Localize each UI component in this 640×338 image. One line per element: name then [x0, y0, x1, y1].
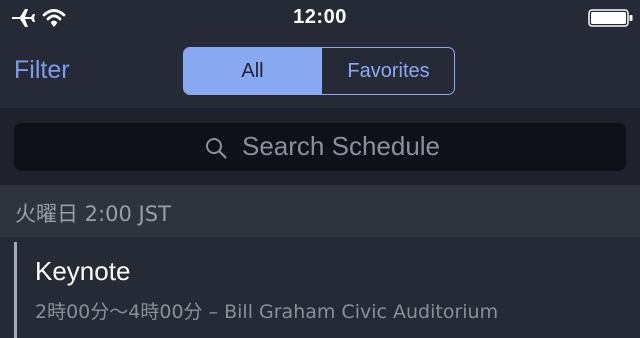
segment-all[interactable]: All: [184, 48, 321, 94]
session-detail: 2時00分～4時00分 – Bill Graham Civic Auditori…: [35, 301, 499, 323]
segment-favorites[interactable]: Favorites: [321, 48, 454, 94]
filter-button[interactable]: Filter: [14, 56, 70, 85]
nav-bar: Filter All Favorites: [0, 40, 640, 108]
session-title: Keynote: [35, 256, 131, 286]
battery-icon: [588, 9, 633, 27]
search-input[interactable]: Search Schedule: [14, 123, 626, 171]
search-area: Search Schedule: [0, 108, 640, 185]
schedule-segmented-control: All Favorites: [183, 47, 455, 95]
status-time: 12:00: [293, 6, 347, 28]
session-row[interactable]: Keynote 2時00分～4時00分 – Bill Graham Civic …: [0, 237, 640, 338]
section-header: 火曜日 2:00 JST: [0, 185, 640, 237]
search-placeholder: Search Schedule: [242, 131, 441, 161]
session-track-bar: [14, 242, 17, 338]
section-title: 火曜日 2:00 JST: [15, 202, 171, 226]
search-icon: [206, 138, 227, 159]
schedule-screen: 12:00 Filter All Favorites Search Schedu…: [0, 0, 640, 338]
status-bar: 12:00: [0, 0, 640, 40]
